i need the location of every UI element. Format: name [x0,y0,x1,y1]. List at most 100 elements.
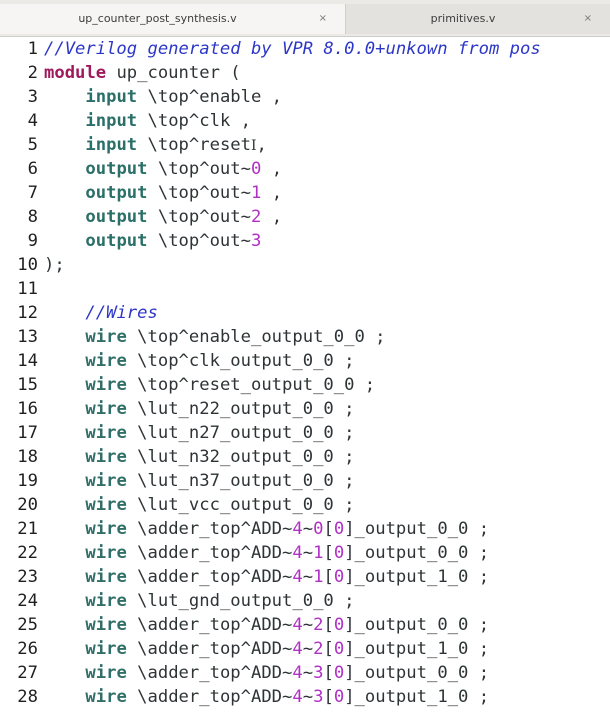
code-token: ~ [302,687,314,707]
line-number: 10 [17,255,38,275]
code-token: 3 [250,231,262,251]
code-token: ~ [302,543,314,563]
code-token: wire [85,615,127,635]
code-token: \top^enable , [137,87,283,107]
code-token: 4 [292,639,303,659]
code-token: [ [323,663,334,683]
code-token: ]_output_1_0 ; [344,639,490,659]
code-token: wire [85,375,127,395]
line-number: 5 [27,135,38,155]
code-token: 4 [292,543,303,563]
line-number: 23 [17,567,38,587]
code-token: \lut_n37_output_0_0 ; [126,471,355,491]
code-token: ~ [302,519,314,539]
tab-label: primitives.v [430,12,496,25]
code-token: wire [85,687,127,707]
code-text: output \top^out~1 , [44,181,282,205]
close-icon[interactable]: × [319,4,327,34]
tab-up-counter-post-synthesis[interactable]: up_counter_post_synthesis.v × [0,4,346,34]
code-token: \adder_top^ADD~ [126,615,293,635]
code-token: \lut_vcc_output_0_0 ; [126,495,355,515]
line-number: 8 [27,207,38,227]
line-number: 7 [27,183,38,203]
code-token: 0 [250,159,262,179]
code-token: \top^out~ [147,159,251,179]
code-token: 1 [313,543,324,563]
code-token: 0 [333,519,345,539]
code-token: ); [44,255,65,275]
code-token: 4 [292,519,303,539]
code-text: input \top^resetI, [44,133,266,158]
code-token: wire [85,519,127,539]
code-token: \lut_n22_output_0_0 ; [126,399,355,419]
code-text: wire \lut_n32_output_0_0 ; [44,445,354,469]
code-text: output \top^out~2 , [44,205,282,229]
tab-bar: up_counter_post_synthesis.v × primitives… [0,0,610,37]
line-number: 15 [17,375,38,395]
line-number: 16 [17,399,38,419]
line-number: 27 [17,663,38,683]
code-token: [ [323,567,334,587]
code-token: [ [323,687,334,707]
code-token: , [261,207,283,227]
close-icon[interactable]: × [584,4,592,34]
code-editor[interactable]: 1 //Verilog generated by VPR 8.0.0+unkown… [0,37,610,720]
code-text: wire \top^reset_output_0_0 ; [44,373,375,397]
code-token: \top^out~ [147,231,251,251]
code-text: module up_counter ( [44,61,241,85]
code-token: output [85,207,148,227]
code-token: ~ [302,615,314,635]
code-token: 0 [333,543,345,563]
code-token: \adder_top^ADD~ [126,543,293,563]
code-token: module [44,63,107,83]
code-token: //Wires [85,303,158,323]
code-token: wire [85,495,127,515]
tab-primitives[interactable]: primitives.v × [346,4,610,34]
line-number: 3 [27,87,38,107]
code-token: \adder_top^ADD~ [126,519,293,539]
line-number: 11 [17,279,38,299]
code-token: wire [85,351,127,371]
code-token: \adder_top^ADD~ [126,663,293,683]
code-token: 4 [292,567,303,587]
code-text: ); [44,253,65,277]
code-token: [ [323,639,334,659]
code-text: wire \lut_gnd_output_0_0 ; [44,589,354,613]
code-token: [ [323,519,334,539]
code-token: \top^reset_output_0_0 ; [126,375,376,395]
code-token: [ [323,543,334,563]
code-text: wire \top^enable_output_0_0 ; [44,325,385,349]
code-text: wire \adder_top^ADD~4~2[0]_output_0_0 ; [44,613,489,637]
code-token: //Verilog generated by VPR 8.0.0+unkown … [44,39,541,59]
code-token: wire [85,423,127,443]
code-token: , [261,159,283,179]
line-number: 21 [17,519,38,539]
code-token: ~ [302,639,314,659]
code-token: 0 [333,663,345,683]
line-number: 19 [17,471,38,491]
line-number: 25 [17,615,38,635]
code-token: wire [85,591,127,611]
code-token: wire [85,471,127,491]
code-token: 0 [333,687,345,707]
code-token: 2 [313,615,324,635]
code-token: input [85,111,138,131]
code-token: ]_output_0_0 ; [344,519,490,539]
code-token: wire [85,663,127,683]
code-text: //Verilog generated by VPR 8.0.0+unkown … [44,37,541,61]
code-text: input \top^enable , [44,85,282,109]
